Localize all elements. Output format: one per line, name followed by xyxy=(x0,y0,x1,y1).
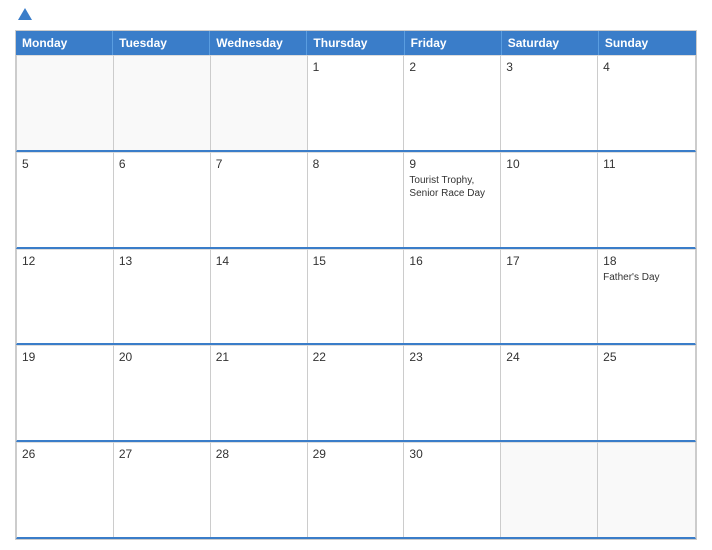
week-row-0: 1234 xyxy=(16,55,696,152)
day-number: 23 xyxy=(409,350,495,364)
cal-cell: 21 xyxy=(211,345,308,440)
cal-cell: 14 xyxy=(211,249,308,344)
header-cell-monday: Monday xyxy=(16,31,113,55)
week-row-1: 56789 Tourist Trophy, Senior Race Day 10 11 xyxy=(16,152,696,249)
page: MondayTuesdayWednesdayThursdayFridaySatu… xyxy=(0,0,712,550)
cal-cell: 1 xyxy=(308,55,405,150)
day-number: 18 xyxy=(603,254,690,268)
day-number: 30 xyxy=(409,447,495,461)
day-number: 28 xyxy=(216,447,302,461)
day-number: 17 xyxy=(506,254,592,268)
cal-cell xyxy=(114,55,211,150)
cal-cell: 5 xyxy=(17,152,114,247)
day-number: 7 xyxy=(216,157,302,171)
header xyxy=(15,10,697,22)
day-number: 29 xyxy=(313,447,399,461)
day-number: 1 xyxy=(313,60,399,74)
cal-cell: 9 Tourist Trophy, Senior Race Day xyxy=(404,152,501,247)
cal-cell: 20 xyxy=(114,345,211,440)
logo xyxy=(15,10,32,22)
cal-cell: 10 xyxy=(501,152,598,247)
cal-cell: 22 xyxy=(308,345,405,440)
day-number: 19 xyxy=(22,350,108,364)
day-number: 12 xyxy=(22,254,108,268)
cal-cell: 11 xyxy=(598,152,695,247)
day-number: 25 xyxy=(603,350,690,364)
event-text: Father's Day xyxy=(603,271,690,284)
day-number: 8 xyxy=(313,157,399,171)
day-number: 3 xyxy=(506,60,592,74)
cal-cell: 4 xyxy=(598,55,695,150)
week-row-2: 12 13 14 15 16 17 18 Father's Day xyxy=(16,249,696,346)
day-number: 5 xyxy=(22,157,108,171)
cal-cell xyxy=(211,55,308,150)
day-number: 24 xyxy=(506,350,592,364)
cal-cell xyxy=(598,442,695,537)
cal-cell: 26 xyxy=(17,442,114,537)
cal-cell: 12 xyxy=(17,249,114,344)
day-number: 2 xyxy=(409,60,495,74)
day-number: 13 xyxy=(119,254,205,268)
calendar: MondayTuesdayWednesdayThursdayFridaySatu… xyxy=(15,30,697,540)
cal-cell: 27 xyxy=(114,442,211,537)
calendar-header-row: MondayTuesdayWednesdayThursdayFridaySatu… xyxy=(16,31,696,55)
day-number: 14 xyxy=(216,254,302,268)
day-number: 27 xyxy=(119,447,205,461)
day-number: 15 xyxy=(313,254,399,268)
day-number: 6 xyxy=(119,157,205,171)
cal-cell xyxy=(501,442,598,537)
day-number: 16 xyxy=(409,254,495,268)
header-cell-saturday: Saturday xyxy=(502,31,599,55)
cal-cell: 23 xyxy=(404,345,501,440)
header-cell-thursday: Thursday xyxy=(307,31,404,55)
cal-cell xyxy=(17,55,114,150)
day-number: 4 xyxy=(603,60,690,74)
header-cell-friday: Friday xyxy=(405,31,502,55)
cal-cell: 18 Father's Day xyxy=(598,249,695,344)
cal-cell: 29 xyxy=(308,442,405,537)
cal-cell: 15 xyxy=(308,249,405,344)
cal-cell: 17 xyxy=(501,249,598,344)
cal-cell: 28 xyxy=(211,442,308,537)
week-row-4: 26 27 28 29 30 xyxy=(16,442,696,539)
day-number: 21 xyxy=(216,350,302,364)
day-number: 9 xyxy=(409,157,495,171)
calendar-body: 123456789Tourist Trophy, Senior Race Day… xyxy=(16,55,696,539)
logo-triangle-icon xyxy=(18,8,32,20)
header-cell-sunday: Sunday xyxy=(599,31,696,55)
day-number: 26 xyxy=(22,447,108,461)
cal-cell: 25 xyxy=(598,345,695,440)
week-row-3: 19 20 21 22 23 24 25 xyxy=(16,345,696,442)
cal-cell: 30 xyxy=(404,442,501,537)
cal-cell: 2 xyxy=(404,55,501,150)
cal-cell: 24 xyxy=(501,345,598,440)
cal-cell: 8 xyxy=(308,152,405,247)
cal-cell: 7 xyxy=(211,152,308,247)
header-cell-wednesday: Wednesday xyxy=(210,31,307,55)
cal-cell: 19 xyxy=(17,345,114,440)
cal-cell: 13 xyxy=(114,249,211,344)
header-cell-tuesday: Tuesday xyxy=(113,31,210,55)
event-text: Tourist Trophy, Senior Race Day xyxy=(409,174,495,200)
day-number: 22 xyxy=(313,350,399,364)
day-number: 10 xyxy=(506,157,592,171)
day-number: 11 xyxy=(603,157,690,171)
cal-cell: 3 xyxy=(501,55,598,150)
cal-cell: 6 xyxy=(114,152,211,247)
day-number: 20 xyxy=(119,350,205,364)
cal-cell: 16 xyxy=(404,249,501,344)
